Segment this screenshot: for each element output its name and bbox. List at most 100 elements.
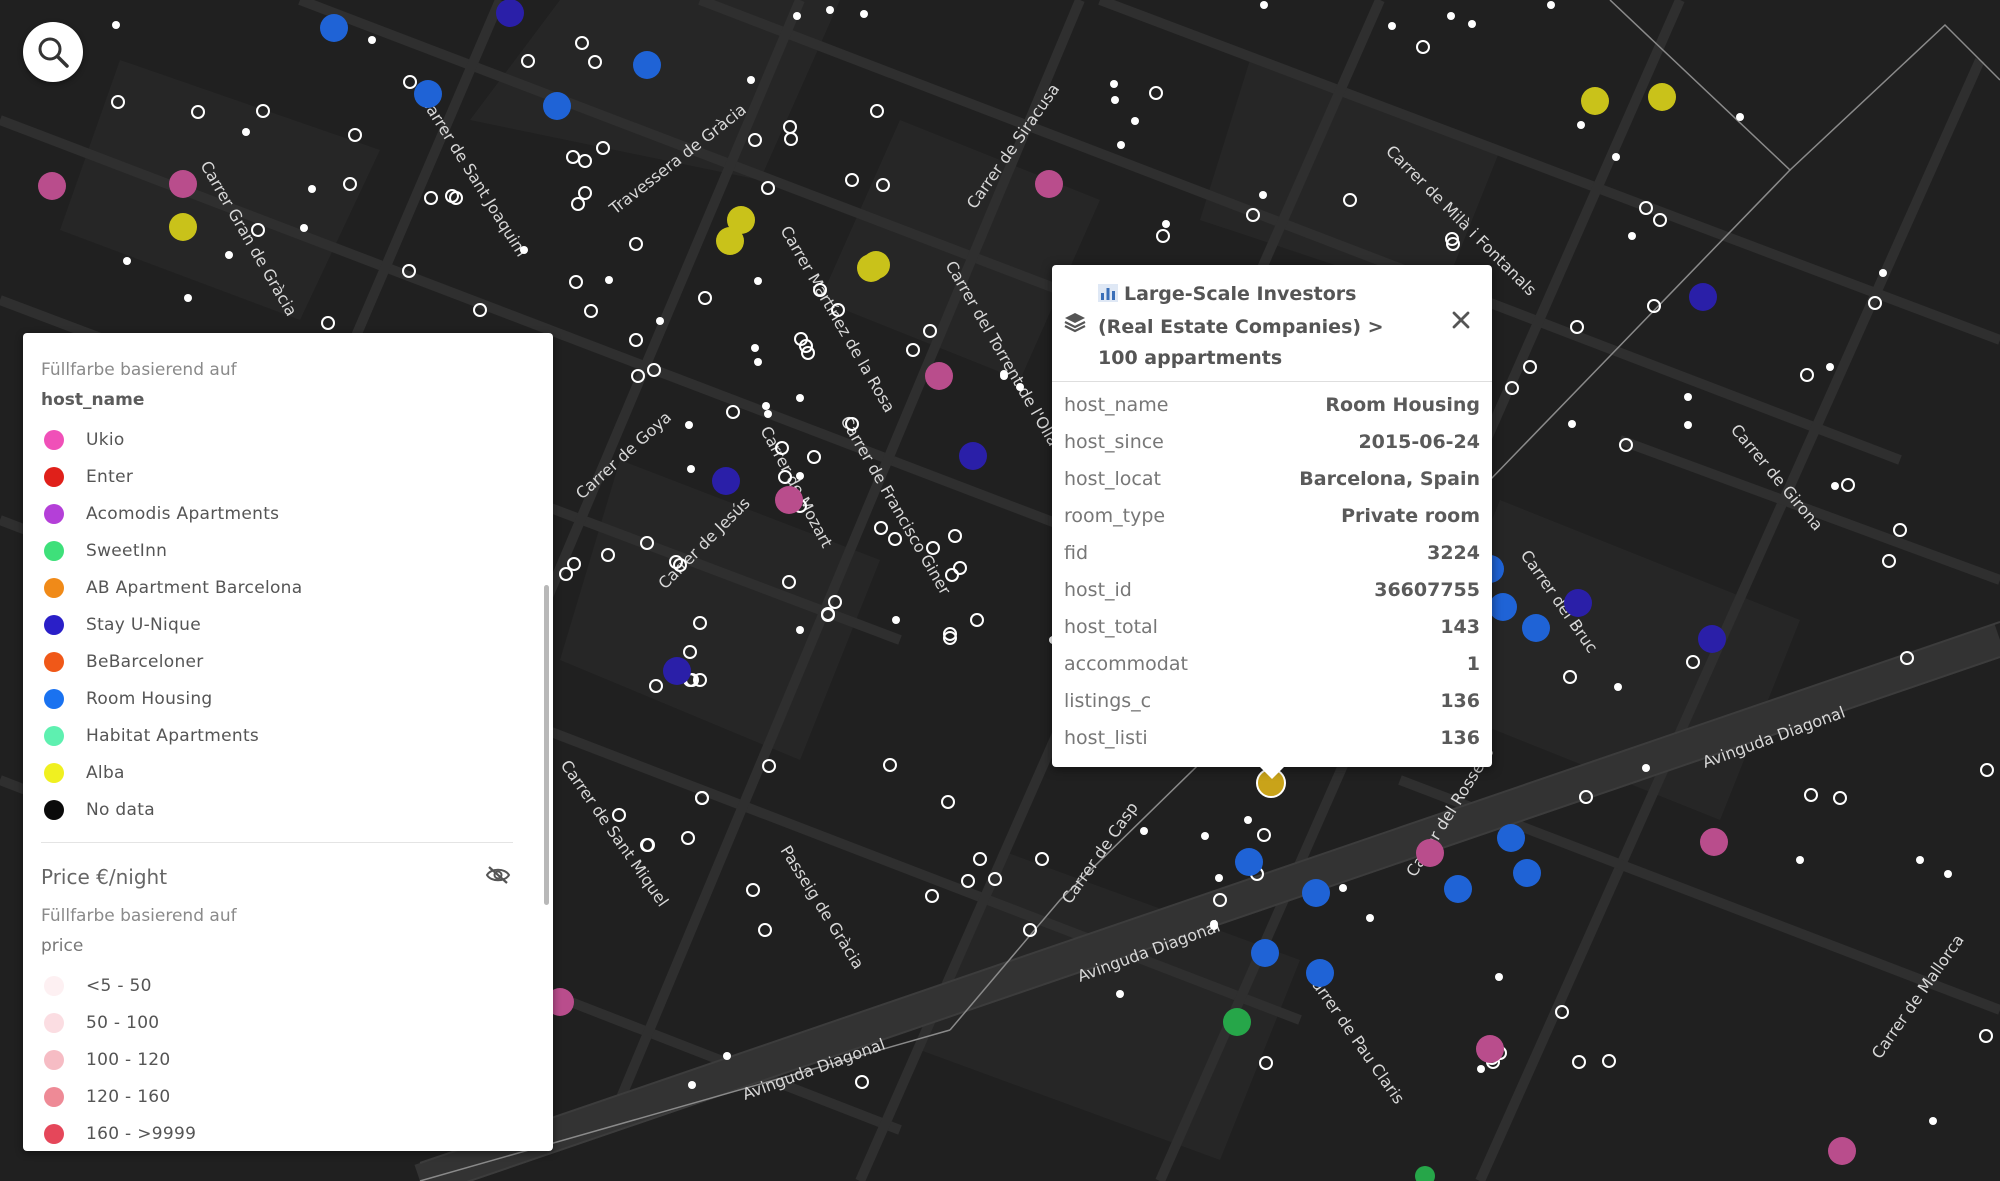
legend-item: BeBarceloner [41, 643, 519, 680]
marker-alba [1581, 87, 1609, 115]
marker-room-housing [320, 14, 348, 42]
marker-stay-u-nique [1698, 625, 1726, 653]
legend-item: 120 - 160 [41, 1078, 519, 1115]
attribute-key: host_since [1064, 430, 1164, 453]
attribute-key: room_type [1064, 504, 1166, 527]
legend-item-label: 160 - >9999 [86, 1123, 197, 1144]
legend-item-label: Alba [86, 762, 125, 783]
legend-swatch [44, 762, 64, 783]
marker-room-housing [1302, 879, 1330, 907]
legend-price-subtitle: Füllfarbe basierend auf [41, 906, 237, 926]
legend-swatch [44, 503, 64, 524]
attribute-value: 136 [1440, 689, 1480, 712]
legend-item-label: Ukio [86, 429, 125, 450]
legend-item-label: Enter [86, 466, 134, 487]
attribute-row: fid 3224 [1052, 534, 1492, 571]
search-icon [38, 37, 69, 68]
marker-ukio [1476, 1035, 1504, 1063]
legend-item-label: 50 - 100 [86, 1012, 160, 1033]
legend-panel[interactable]: Füllfarbe basierend auf host_name Ukio E… [23, 333, 553, 1151]
legend-item: Enter [41, 458, 519, 495]
marker-room-housing [1489, 593, 1517, 621]
legend-item-label: AB Apartment Barcelona [86, 577, 303, 598]
marker-ukio [38, 172, 66, 200]
popup-title-text: Large-Scale Investors (Real Estate Compa… [1098, 283, 1384, 369]
legend-scrollbar[interactable] [544, 585, 549, 905]
marker-ukio [1700, 828, 1728, 856]
legend-swatch [44, 975, 64, 996]
legend-host-field: host_name [41, 390, 145, 410]
attribute-row: host_id 36607755 [1052, 571, 1492, 608]
legend-item: Alba [41, 754, 519, 791]
legend-item: Ukio [41, 421, 519, 458]
marker-sweetinn [1223, 1008, 1251, 1036]
legend-swatch [44, 1049, 64, 1070]
attribute-key: host_total [1064, 615, 1158, 638]
legend-item-label: Acomodis Apartments [86, 503, 280, 524]
marker-room-housing [1235, 848, 1263, 876]
legend-swatch [44, 688, 64, 709]
legend-item: AB Apartment Barcelona [41, 569, 519, 606]
attribute-row: host_name Room Housing [1052, 386, 1492, 423]
attribute-row: room_type Private room [1052, 497, 1492, 534]
marker-alba [857, 254, 885, 282]
marker-stay-u-nique [712, 467, 740, 495]
attribute-key: host_name [1064, 393, 1169, 416]
marker-stay-u-nique [1689, 283, 1717, 311]
attribute-value: Barcelona, Spain [1299, 467, 1480, 490]
attribute-value: 143 [1440, 615, 1480, 638]
search-button[interactable] [23, 22, 83, 82]
attribute-key: host_id [1064, 578, 1132, 601]
marker-ukio [1828, 1137, 1856, 1165]
marker-stay-u-nique [663, 657, 691, 685]
marker-room-housing [1444, 875, 1472, 903]
legend-item-label: No data [86, 799, 155, 820]
marker-alba [169, 213, 197, 241]
marker-alba [716, 227, 744, 255]
legend-item-label: Stay U-Nique [86, 614, 201, 635]
legend-item: 100 - 120 [41, 1041, 519, 1078]
legend-swatch [44, 651, 64, 672]
marker-room-housing [1513, 859, 1541, 887]
legend-item: Room Housing [41, 680, 519, 717]
legend-swatch [44, 429, 64, 450]
marker-room-housing [1251, 939, 1279, 967]
marker-room-housing [543, 92, 571, 120]
legend-swatch [44, 1086, 64, 1107]
legend-item: <5 - 50 [41, 967, 519, 1004]
attribute-row: host_total 143 [1052, 608, 1492, 645]
attribute-row: host_listi 136 [1052, 719, 1492, 756]
attribute-row: listings_c 136 [1052, 682, 1492, 719]
legend-swatch [44, 540, 64, 561]
legend-divider [41, 842, 513, 843]
attribute-value: Room Housing [1325, 393, 1480, 416]
legend-item-label: Habitat Apartments [86, 725, 260, 746]
legend-item: Acomodis Apartments [41, 495, 519, 532]
legend-price-title: Price €/night [41, 865, 168, 889]
legend-swatch [44, 725, 64, 746]
marker-ukio [925, 362, 953, 390]
legend-swatch [44, 799, 64, 820]
legend-swatch [44, 466, 64, 487]
layers-icon [1064, 311, 1086, 337]
legend-item: Habitat Apartments [41, 717, 519, 754]
legend-price-field: price [41, 936, 84, 956]
close-icon[interactable] [1452, 311, 1470, 333]
marker-ukio [169, 170, 197, 198]
feature-popup[interactable]: Large-Scale Investors (Real Estate Compa… [1052, 265, 1492, 779]
eye-off-icon[interactable] [485, 864, 511, 890]
legend-host-subtitle: Füllfarbe basierend auf [41, 360, 237, 380]
legend-item: SweetInn [41, 532, 519, 569]
marker-room-housing [1306, 959, 1334, 987]
legend-item-label: SweetInn [86, 540, 168, 561]
attribute-row: host_since 2015-06-24 [1052, 423, 1492, 460]
attribute-value: 1 [1466, 652, 1480, 675]
attribute-key: accommodat [1064, 652, 1188, 675]
legend-item: Stay U-Nique [41, 606, 519, 643]
legend-item-label: <5 - 50 [86, 975, 152, 996]
legend-item-label: 120 - 160 [86, 1086, 171, 1107]
attribute-value: Private room [1341, 504, 1480, 527]
legend-swatch [44, 1123, 64, 1144]
marker-room-housing [1522, 614, 1550, 642]
legend-item: 50 - 100 [41, 1004, 519, 1041]
